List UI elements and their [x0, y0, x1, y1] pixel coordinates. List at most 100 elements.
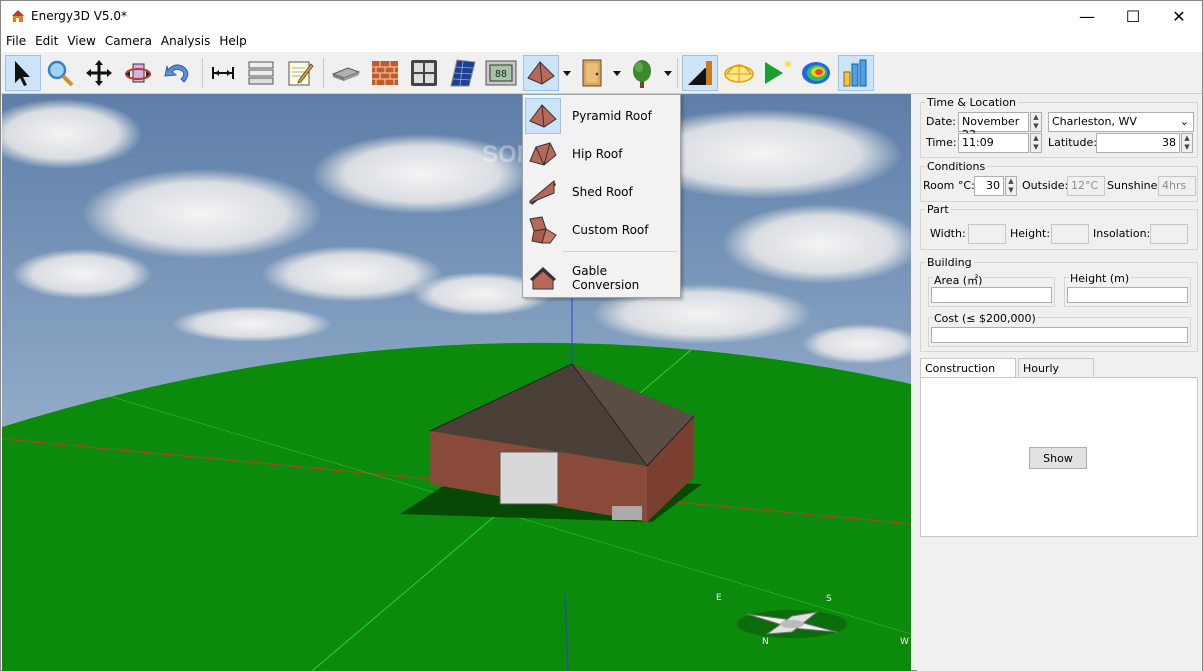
chevron-down-icon: ⌄	[1179, 115, 1189, 128]
outside-label: Outside:	[1022, 179, 1069, 192]
latitude-field[interactable]: 38	[1096, 133, 1180, 153]
menu-item-shed-roof[interactable]: Shed Roof	[525, 173, 678, 211]
undo-button[interactable]	[159, 55, 195, 91]
building-group: Building Area (㎡) Height (m) Cost (≤ $20…	[920, 256, 1198, 352]
menu-item-hip-roof[interactable]: Hip Roof	[525, 135, 678, 173]
menu-analysis[interactable]: Analysis	[156, 32, 214, 52]
measure-icon	[212, 67, 234, 79]
simulation-play-button[interactable]	[759, 55, 795, 91]
scene-canvas[interactable]: E S N W SOFTPEDIA	[2, 94, 911, 671]
shed-roof-label: Shed Roof	[572, 185, 633, 199]
date-label: Date:	[926, 115, 956, 128]
time-location-title: Time & Location	[925, 96, 1019, 109]
compass-e-label: E	[716, 593, 722, 603]
select-tool-button[interactable]	[5, 55, 41, 91]
move-tool-button[interactable]	[81, 55, 117, 91]
cost-field	[931, 327, 1188, 343]
foundation-tool-button[interactable]	[328, 55, 364, 91]
date-spinner[interactable]: ▲ ▼	[1030, 112, 1042, 132]
3d-view[interactable]: E S N W SOFTPEDIA	[2, 94, 911, 671]
outside-temp-field: 12°C	[1067, 176, 1105, 196]
app-window: Energy3D V5.0* — ☐ ✕ File Edit View Came…	[0, 0, 1203, 671]
rotate-icon	[125, 63, 151, 83]
menu-file[interactable]: File	[1, 32, 30, 52]
room-temp-spinner[interactable]: ▲ ▼	[1005, 176, 1017, 196]
menu-help[interactable]: Help	[214, 32, 250, 52]
heatmap-button[interactable]	[798, 55, 834, 91]
city-select-value: Charleston, WV	[1052, 115, 1137, 128]
menu-camera[interactable]: Camera	[100, 32, 156, 52]
note-list-icon	[248, 61, 274, 85]
note-edit-button[interactable]	[282, 55, 318, 91]
room-temp-field[interactable]: 30	[974, 176, 1004, 196]
menu-item-pyramid-roof[interactable]: Pyramid Roof	[525, 97, 678, 135]
latitude-spinner[interactable]: ▲ ▼	[1181, 133, 1193, 153]
time-spinner[interactable]: ▲ ▼	[1030, 133, 1042, 153]
compass-n-label: N	[762, 637, 769, 647]
time-label: Time:	[926, 136, 957, 149]
part-group: Part Width: Height: Insolation:	[920, 203, 1198, 250]
menu-edit[interactable]: Edit	[30, 32, 62, 52]
wall-tool-button[interactable]	[367, 55, 403, 91]
compass-s-label: S	[826, 594, 832, 604]
close-button[interactable]: ✕	[1156, 1, 1202, 31]
select-arrow-icon	[15, 61, 30, 86]
sunshine-field: 4hrs	[1158, 176, 1196, 196]
tree-tool-button[interactable]	[624, 55, 660, 91]
window-title: Energy3D V5.0*	[31, 9, 127, 23]
title-bar: Energy3D V5.0* — ☐ ✕	[1, 1, 1202, 32]
svg-text:88: 88	[495, 69, 507, 80]
toolbar-separator	[202, 58, 203, 88]
cost-box: Cost (≤ $200,000)	[928, 312, 1191, 347]
menu-bar: File Edit View Camera Analysis Help	[1, 32, 1202, 52]
toolbar-separator	[677, 58, 678, 88]
roof-dropdown-arrow-icon[interactable]	[562, 68, 572, 78]
hip-roof-icon	[525, 136, 561, 172]
tab-hourly-energy[interactable]: Hourly Energy	[1018, 358, 1094, 388]
sensor-tool-button[interactable]: 88	[483, 55, 519, 91]
pyramid-roof-label: Pyramid Roof	[572, 109, 652, 123]
zoom-icon	[47, 60, 74, 87]
custom-roof-icon	[525, 212, 561, 248]
energy-chart-button[interactable]	[838, 55, 874, 91]
roof-tool-button[interactable]	[523, 55, 559, 91]
maximize-button[interactable]: ☐	[1110, 1, 1156, 31]
door-icon	[582, 59, 602, 87]
show-button[interactable]: Show	[1029, 447, 1087, 469]
time-location-group: Time & Location Date: November 23 ▲▼ Cha…	[920, 96, 1198, 158]
note-edit-icon	[288, 61, 314, 86]
time-field[interactable]: 11:09	[958, 133, 1029, 153]
heliodon-button[interactable]	[721, 55, 757, 91]
menu-item-gable-conversion[interactable]: Gable Conversion	[525, 259, 678, 297]
insolation-field	[1150, 224, 1188, 244]
tree-icon	[633, 60, 651, 88]
note-list-button[interactable]	[243, 55, 279, 91]
undo-icon	[164, 64, 189, 83]
conditions-title: Conditions	[925, 160, 988, 173]
measure-tool-button[interactable]	[205, 55, 241, 91]
heatmap-icon	[802, 62, 830, 84]
tab-construction-cost[interactable]: Construction Cost	[920, 358, 1016, 388]
window-tool-button[interactable]	[406, 55, 442, 91]
menu-item-custom-roof[interactable]: Custom Roof	[525, 211, 678, 249]
date-field[interactable]: November 23	[958, 112, 1029, 141]
minimize-button[interactable]: —	[1064, 1, 1110, 31]
window	[612, 506, 642, 520]
energy-chart-icon	[843, 59, 867, 87]
shed-roof-icon	[525, 174, 561, 210]
building-title: Building	[925, 256, 974, 269]
zoom-tool-button[interactable]	[42, 55, 78, 91]
city-select[interactable]: Charleston, WV ⌄	[1048, 112, 1194, 132]
rotate-tool-button[interactable]	[120, 55, 156, 91]
shadow-toggle-button[interactable]	[682, 55, 718, 91]
roof-menu: Pyramid Roof Hip Roof Shed Roof Custom R…	[522, 94, 681, 298]
cost-label: Cost (≤ $200,000)	[933, 312, 1037, 325]
tree-dropdown-arrow-icon[interactable]	[663, 68, 673, 78]
menu-view[interactable]: View	[62, 32, 99, 52]
building-height-label: Height (m)	[1069, 272, 1131, 285]
area-label: Area (㎡)	[933, 272, 984, 288]
door-tool-button[interactable]	[574, 55, 610, 91]
room-temp-label: Room °C:	[923, 179, 975, 192]
solar-panel-tool-button[interactable]	[444, 55, 480, 91]
door-dropdown-arrow-icon[interactable]	[612, 68, 622, 78]
